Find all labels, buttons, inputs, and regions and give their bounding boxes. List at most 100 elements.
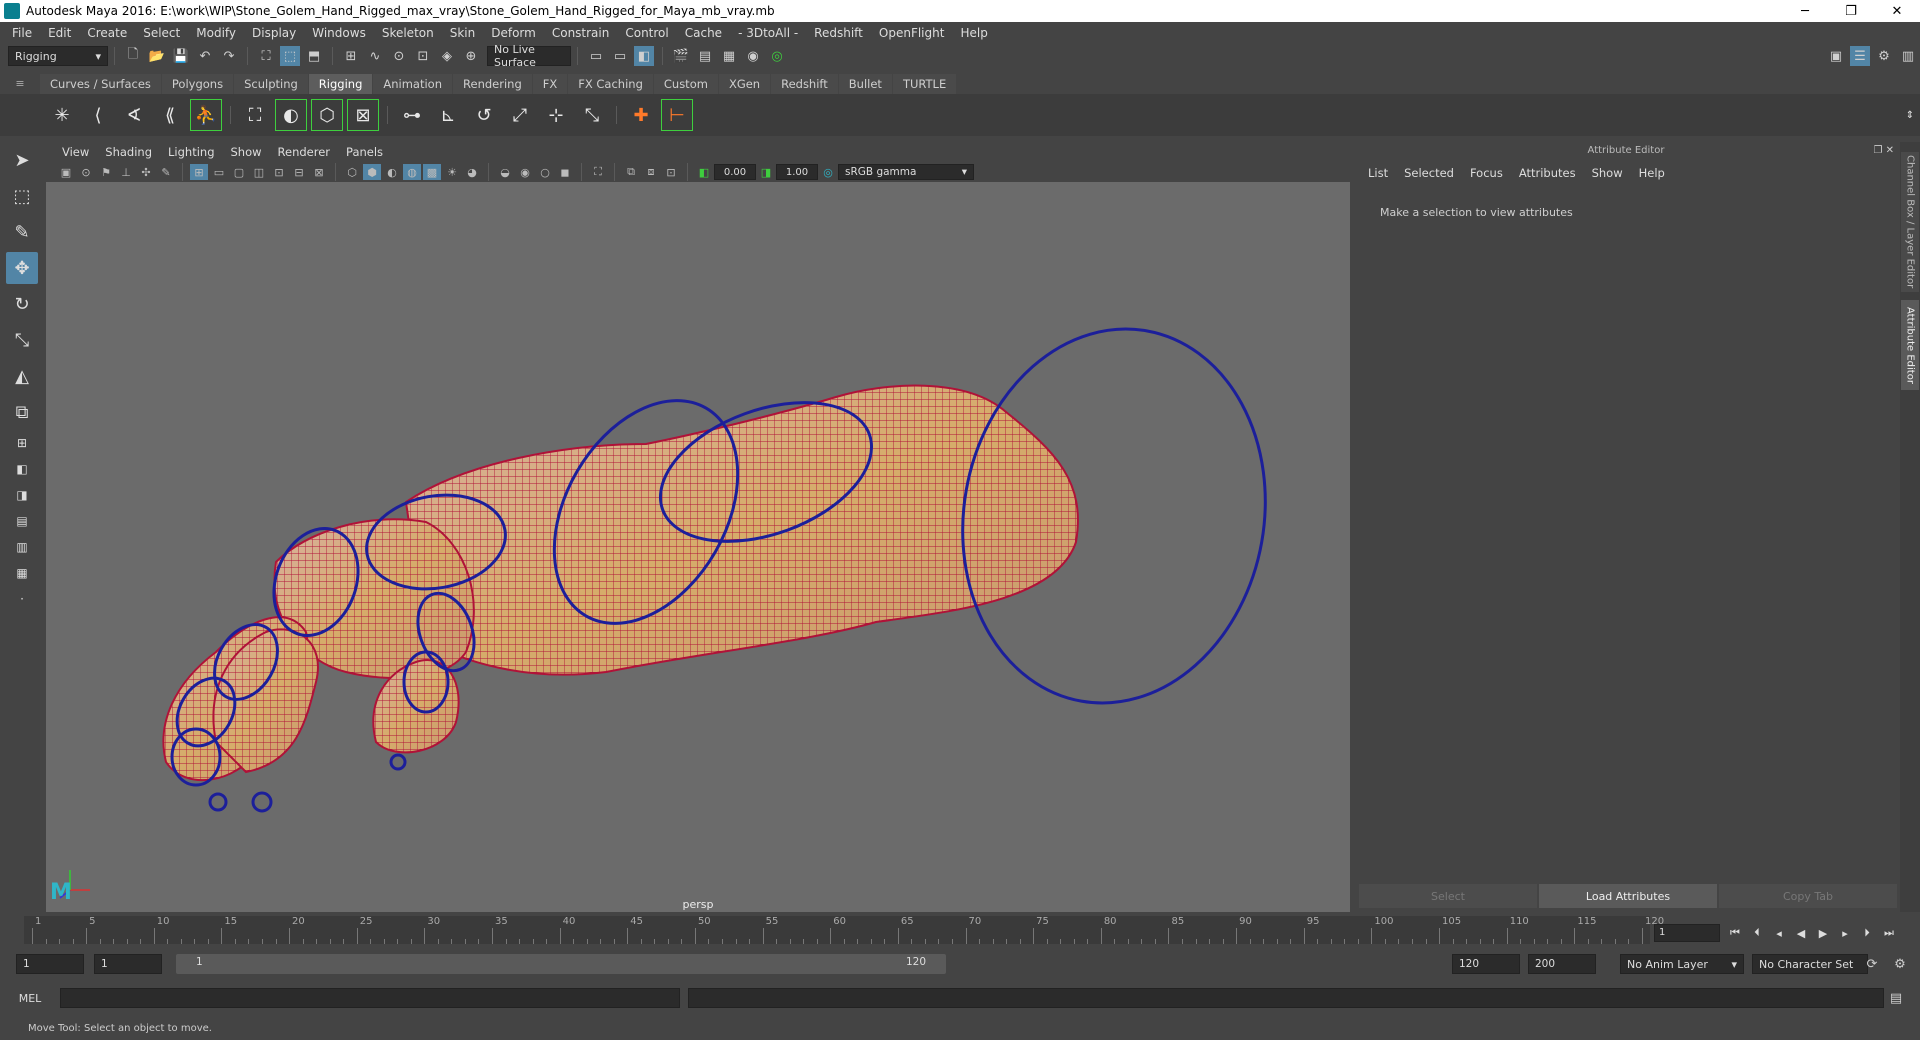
viewport-persp[interactable]: M persp	[46, 182, 1350, 912]
snap-curve-icon[interactable]: ∿	[365, 46, 385, 66]
exposure-icon[interactable]: ◧	[695, 164, 713, 180]
ik-handle-icon[interactable]: ∢	[118, 99, 150, 131]
lasso-tool-icon[interactable]: ⬚	[6, 180, 38, 212]
restore-button[interactable]: ❐	[1828, 0, 1874, 22]
tab-fx[interactable]: FX	[532, 74, 568, 94]
select-component-icon[interactable]: ⬒	[304, 46, 324, 66]
output-ops-icon[interactable]: ▭	[610, 46, 630, 66]
xray-icon[interactable]: ⧉	[622, 164, 640, 180]
time-slider[interactable]: 1 5 10 15 20 25 30 35 40 45 50 55 60 65 70 75 80 85 90 95 10…	[0, 912, 1920, 946]
anti-aliasing-icon[interactable]: ○	[536, 164, 554, 180]
hypershade-icon[interactable]: ◉	[743, 46, 763, 66]
point-constraint-icon[interactable]: ⊾	[432, 99, 464, 131]
menu-redshift[interactable]: Redshift	[806, 26, 871, 40]
time-slider-track[interactable]: 1 5 10 15 20 25 30 35 40 45 50 55 60 65 70 75 80 85 90 95 10…	[24, 916, 1664, 944]
save-scene-icon[interactable]: 💾	[171, 46, 191, 66]
locator-icon[interactable]: ✚	[625, 99, 657, 131]
lattice-icon[interactable]: ⬡	[311, 99, 343, 131]
channel-box-icon[interactable]: ▥	[1898, 46, 1918, 66]
camera-select-icon[interactable]: ▣	[57, 164, 75, 180]
shelf-menu-icon[interactable]: ≡	[0, 72, 40, 94]
last-tool-icon[interactable]: ◭	[6, 360, 38, 392]
step-back-key-icon[interactable]: ⏴	[1746, 924, 1768, 942]
animation-start-field[interactable]: 1	[16, 954, 84, 974]
bookmark-icon[interactable]: ⚑	[97, 164, 115, 180]
ae-menu-selected[interactable]: Selected	[1396, 166, 1462, 180]
tab-curves-surfaces[interactable]: Curves / Surfaces	[40, 74, 161, 94]
redo-icon[interactable]: ↷	[219, 46, 239, 66]
menu-file[interactable]: File	[4, 26, 40, 40]
pole-vector-icon[interactable]: ⤡	[576, 99, 608, 131]
attribute-editor-toggle-icon[interactable]: ☰	[1850, 46, 1870, 66]
set-driven-key-icon[interactable]: ⊢	[661, 99, 693, 131]
menu-skeleton[interactable]: Skeleton	[374, 26, 442, 40]
exposure-field[interactable]: 0.00	[714, 164, 756, 180]
menu-create[interactable]: Create	[79, 26, 135, 40]
tab-rendering[interactable]: Rendering	[453, 74, 532, 94]
command-input[interactable]	[60, 988, 680, 1008]
render-frame-icon[interactable]: 🎬	[671, 46, 691, 66]
open-scene-icon[interactable]: 📂	[147, 46, 167, 66]
menu-edit[interactable]: Edit	[40, 26, 79, 40]
color-space-dropdown[interactable]: sRGB gamma ▾	[838, 164, 974, 180]
joint-tool-icon[interactable]: ✳	[46, 99, 78, 131]
undo-icon[interactable]: ↶	[195, 46, 215, 66]
camera-lock-icon[interactable]: ⊙	[77, 164, 95, 180]
menu-constrain[interactable]: Constrain	[544, 26, 618, 40]
tab-fx-caching[interactable]: FX Caching	[568, 74, 653, 94]
layout-hypershade-icon[interactable]: ▦	[6, 562, 38, 584]
anim-layer-dropdown[interactable]: No Anim Layer ▾	[1620, 954, 1744, 974]
close-button[interactable]: ✕	[1874, 0, 1920, 22]
tool-settings-icon[interactable]: ⚙	[1874, 46, 1894, 66]
scale-constraint-icon[interactable]: ⤢	[504, 99, 536, 131]
ik-spline-icon[interactable]: ⟪	[154, 99, 186, 131]
field-chart-icon[interactable]: ⊡	[270, 164, 288, 180]
orient-constraint-icon[interactable]: ↺	[468, 99, 500, 131]
snap-grid-icon[interactable]: ⊞	[341, 46, 361, 66]
shelf-scroll-icon[interactable]: ⇕	[1902, 99, 1918, 131]
viewport-menu-shading[interactable]: Shading	[97, 145, 160, 159]
play-forward-icon[interactable]: ▶	[1812, 924, 1834, 942]
tab-redshift[interactable]: Redshift	[771, 74, 838, 94]
screen-space-ao-icon[interactable]: ◒	[496, 164, 514, 180]
gamma-field[interactable]: 1.00	[776, 164, 818, 180]
tab-polygons[interactable]: Polygons	[161, 74, 234, 94]
select-object-icon[interactable]: ⬚	[280, 46, 300, 66]
auto-key-icon[interactable]: ⟳	[1862, 954, 1882, 974]
new-scene-icon[interactable]: 🗋	[123, 46, 143, 66]
parent-constraint-icon[interactable]: ⊶	[396, 99, 428, 131]
copy-tab-button[interactable]: Copy Tab	[1719, 884, 1897, 908]
aim-constraint-icon[interactable]: ⊹	[540, 99, 572, 131]
menu-3dtoall[interactable]: - 3DtoAll -	[730, 26, 806, 40]
safe-action-icon[interactable]: ⊟	[290, 164, 308, 180]
tab-bullet[interactable]: Bullet	[838, 74, 892, 94]
menu-skin[interactable]: Skin	[442, 26, 484, 40]
animation-end-field[interactable]: 200	[1528, 954, 1596, 974]
safe-title-icon[interactable]: ⊠	[310, 164, 328, 180]
smooth-shade-icon[interactable]: ⬢	[363, 164, 381, 180]
range-slider[interactable]: 1 120	[176, 954, 946, 974]
ae-menu-help[interactable]: Help	[1631, 166, 1673, 180]
snap-point-icon[interactable]: ⊙	[389, 46, 409, 66]
layout-misc-icon[interactable]: ·	[6, 588, 38, 610]
command-language-label[interactable]: MEL	[0, 992, 60, 1005]
select-tool-icon[interactable]: ➤	[6, 144, 38, 176]
ae-menu-attributes[interactable]: Attributes	[1511, 166, 1584, 180]
motion-blur-icon[interactable]: ◉	[516, 164, 534, 180]
step-forward-key-icon[interactable]: ⏵	[1856, 924, 1878, 942]
scale-tool-icon[interactable]: ⤡	[6, 324, 38, 356]
playback-start-field[interactable]: 1	[94, 954, 162, 974]
live-surface-field[interactable]: No Live Surface	[487, 43, 571, 69]
layout-outliner-icon[interactable]: ▤	[6, 510, 38, 532]
viewport-menu-show[interactable]: Show	[223, 145, 270, 159]
menu-control[interactable]: Control	[617, 26, 676, 40]
character-set-dropdown[interactable]: No Character Set	[1752, 954, 1868, 974]
menu-windows[interactable]: Windows	[304, 26, 374, 40]
menu-help[interactable]: Help	[952, 26, 995, 40]
preferences-icon[interactable]: ⚙	[1890, 954, 1910, 974]
viewport-menu-lighting[interactable]: Lighting	[160, 145, 222, 159]
cluster-icon[interactable]: ⊠	[347, 99, 379, 131]
menu-openflight[interactable]: OpenFlight	[871, 26, 953, 40]
play-backward-icon[interactable]: ◀	[1790, 924, 1812, 942]
insert-joint-icon[interactable]: ⟨	[82, 99, 114, 131]
